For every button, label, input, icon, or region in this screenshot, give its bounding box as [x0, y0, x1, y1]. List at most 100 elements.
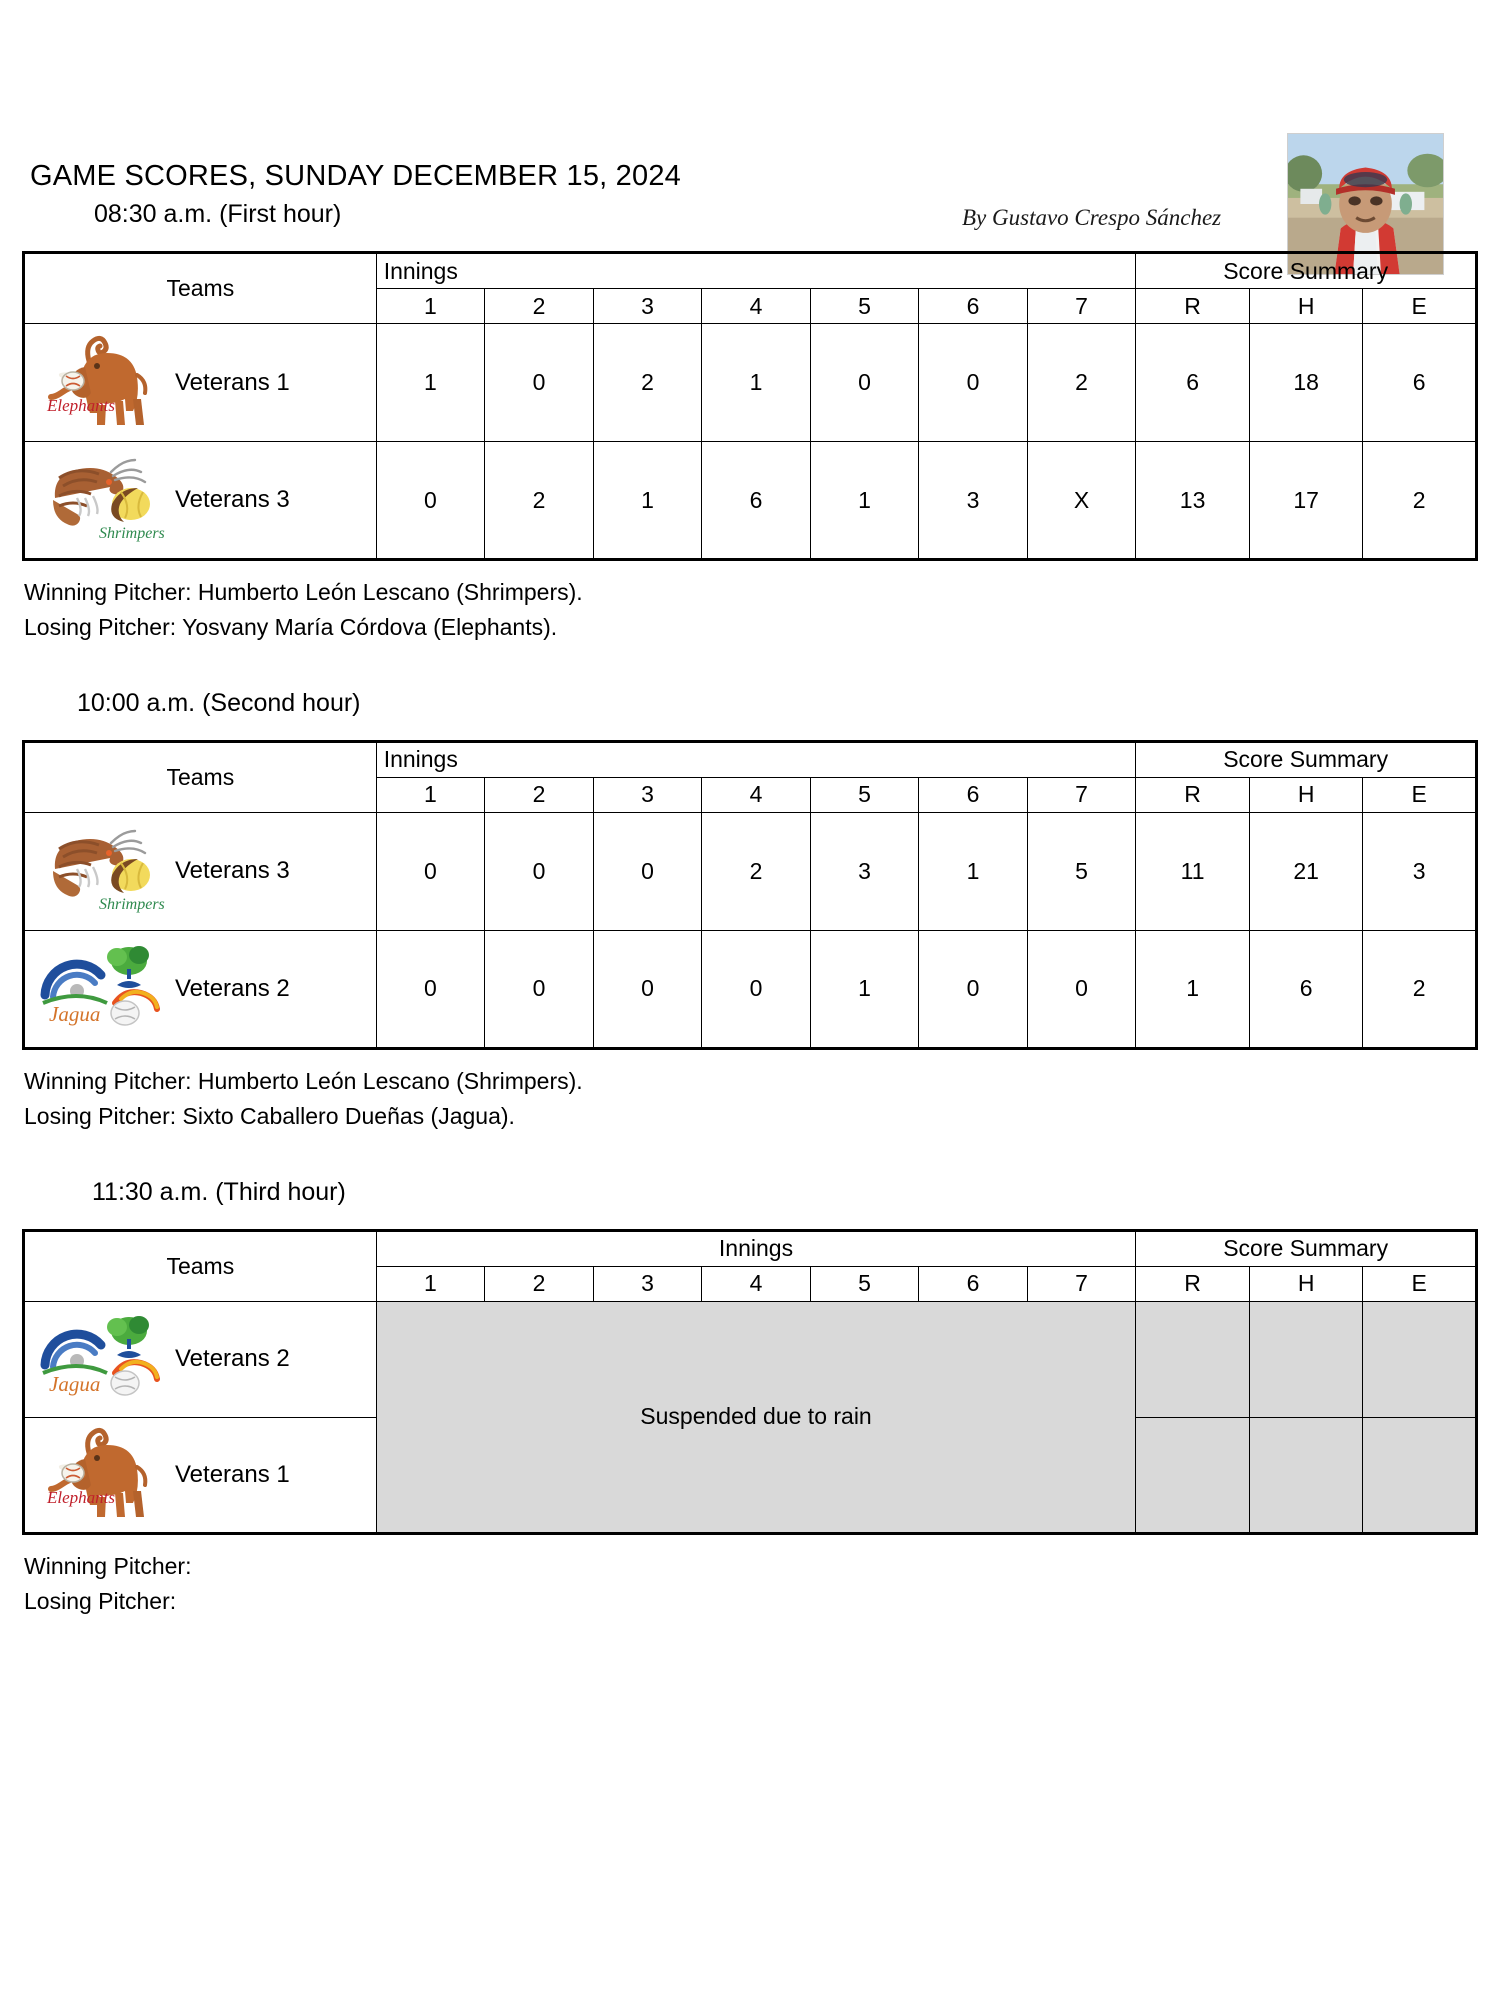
- header-inning-3: 3: [592, 1265, 703, 1302]
- inning-score: 1: [809, 929, 920, 1049]
- inning-score: 0: [592, 929, 703, 1049]
- jagua-logo-icon: Jagua: [37, 1311, 165, 1408]
- errors-value: 2: [1362, 929, 1477, 1049]
- header-inning-1: 1: [375, 1265, 486, 1302]
- svg-text:Elephants: Elephants: [46, 396, 115, 415]
- svg-text:Shrimpers: Shrimpers: [99, 896, 165, 913]
- game-time-heading: 10:00 a.m. (Second hour): [77, 688, 361, 717]
- score-table-game-3: Teams Innings Score Summary 1 2 3 4 5 6 …: [22, 1228, 1478, 1535]
- header-score-summary: Score Summary: [1135, 1229, 1477, 1267]
- game-time-heading: 08:30 a.m. (First hour): [94, 200, 342, 228]
- inning-score: 1: [701, 323, 811, 442]
- inning-score: 0: [484, 323, 594, 442]
- inning-score: 2: [484, 441, 594, 560]
- inning-score: 1: [809, 441, 920, 560]
- hits-value: 21: [1248, 811, 1364, 931]
- winning-pitcher-label: Winning Pitcher:: [24, 1067, 192, 1094]
- header-inning-5: 5: [809, 288, 920, 324]
- pitcher-info-game-3: Winning Pitcher: Losing Pitcher:: [24, 1549, 1478, 1619]
- header-inning-4: 4: [701, 288, 811, 324]
- team-cell: Elephants Veterans 1: [23, 323, 377, 442]
- inning-score: 0: [375, 441, 486, 560]
- hits-value: 17: [1248, 441, 1364, 560]
- header-runs: R: [1135, 1265, 1250, 1302]
- header-score-summary: Score Summary: [1135, 252, 1477, 289]
- team-name: Veterans 3: [175, 486, 290, 513]
- inning-score: 0: [918, 323, 1028, 442]
- losing-pitcher-line: Losing Pitcher: Yosvany María Córdova (E…: [24, 610, 1478, 645]
- header-inning-7: 7: [1026, 288, 1137, 324]
- inning-score: 2: [592, 323, 703, 442]
- runs-value: 6: [1135, 323, 1250, 442]
- inning-score: X: [1026, 441, 1137, 560]
- svg-text:Jagua: Jagua: [49, 1002, 100, 1026]
- inning-score: 2: [1026, 323, 1137, 442]
- header-errors: E: [1362, 776, 1477, 813]
- inning-score: 0: [484, 929, 594, 1049]
- inning-score: 6: [701, 441, 811, 560]
- team-cell: Elephants Veterans 1: [23, 1416, 377, 1534]
- header-inning-1: 1: [375, 288, 486, 324]
- header-teams: Teams: [23, 1229, 377, 1302]
- errors-value: 6: [1362, 323, 1477, 442]
- team-cell: Jagua Veterans 2: [23, 929, 377, 1049]
- page-title: GAME SCORES, SUNDAY DECEMBER 15, 2024: [30, 160, 681, 192]
- inning-score: 0: [375, 811, 486, 931]
- header-score-summary: Score Summary: [1135, 740, 1477, 778]
- game-block-2: 10:00 a.m. (Second hour) Teams Innings S…: [22, 689, 1478, 1134]
- losing-pitcher-label: Losing Pitcher:: [24, 613, 177, 640]
- hits-value: 6: [1248, 929, 1364, 1049]
- runs-value: 13: [1135, 441, 1250, 560]
- table-row: Shrimpers Veterans 3 0 2 1 6 1 3 X 13 17: [23, 441, 1477, 560]
- losing-pitcher-value: Sixto Caballero Dueñas (Jagua).: [182, 1102, 515, 1129]
- header-hits: H: [1248, 1265, 1364, 1302]
- table-row: Elephants Veterans 1 1 0 2 1 0 0 2 6 18: [23, 323, 1477, 442]
- team-name: Veterans 2: [175, 1345, 290, 1373]
- header-inning-2: 2: [484, 1265, 594, 1302]
- inning-score: 3: [918, 441, 1028, 560]
- shrimpers-logo-icon: Shrimpers: [37, 823, 165, 920]
- header-inning-5: 5: [809, 1265, 920, 1302]
- team-name: Veterans 3: [175, 857, 290, 885]
- header-inning-6: 6: [918, 1265, 1028, 1302]
- header-inning-4: 4: [701, 776, 811, 813]
- game-block-3: 11:30 a.m. (Third hour) Teams Innings Sc…: [22, 1178, 1478, 1619]
- header-teams: Teams: [23, 252, 377, 324]
- table-row: Jagua Veterans 2 Suspended due to rain: [23, 1300, 1477, 1534]
- team-cell: Jagua Veterans 2: [23, 1300, 377, 1418]
- winning-pitcher-line: Winning Pitcher:: [24, 1549, 1478, 1584]
- score-table-game-2: Teams Innings Score Summary 1 2 3 4 5 6 …: [22, 739, 1478, 1050]
- runs-value: [1135, 1300, 1250, 1418]
- inning-score: 1: [375, 323, 486, 442]
- runs-value: 1: [1135, 929, 1250, 1049]
- runs-value: 11: [1135, 811, 1250, 931]
- header-hits: H: [1248, 288, 1364, 324]
- header-inning-2: 2: [484, 288, 594, 324]
- pitcher-info-game-1: Winning Pitcher: Humberto León Lescano (…: [24, 575, 1478, 645]
- losing-pitcher-line: Losing Pitcher: Sixto Caballero Dueñas (…: [24, 1099, 1478, 1134]
- winning-pitcher-line: Winning Pitcher: Humberto León Lescano (…: [24, 575, 1478, 610]
- errors-value: [1362, 1416, 1477, 1534]
- game-block-1: 08:30 a.m. (First hour) Teams Innings Sc…: [22, 200, 1478, 645]
- inning-score: 0: [701, 929, 811, 1049]
- hits-value: [1248, 1416, 1364, 1534]
- inning-score: 0: [484, 811, 594, 931]
- team-cell: Shrimpers Veterans 3: [23, 811, 377, 931]
- document-header: GAME SCORES, SUNDAY DECEMBER 15, 2024 By…: [22, 0, 1478, 275]
- header-innings: Innings: [375, 740, 1137, 778]
- losing-pitcher-label: Losing Pitcher:: [24, 1102, 177, 1129]
- header-runs: R: [1135, 288, 1250, 324]
- svg-text:Shrimpers: Shrimpers: [99, 525, 165, 542]
- pitcher-info-game-2: Winning Pitcher: Humberto León Lescano (…: [24, 1064, 1478, 1134]
- inning-score: 0: [809, 323, 920, 442]
- hits-value: 18: [1248, 323, 1364, 442]
- losing-pitcher-value: Yosvany María Córdova (Elephants).: [182, 613, 558, 640]
- errors-value: 2: [1362, 441, 1477, 560]
- header-inning-5: 5: [809, 776, 920, 813]
- elephants-logo-icon: Elephants: [37, 1426, 165, 1523]
- header-inning-3: 3: [592, 288, 703, 324]
- inning-score: 3: [809, 811, 920, 931]
- header-inning-2: 2: [484, 776, 594, 813]
- winning-pitcher-value: Humberto León Lescano (Shrimpers).: [197, 579, 583, 605]
- winning-pitcher-label: Winning Pitcher:: [24, 579, 192, 605]
